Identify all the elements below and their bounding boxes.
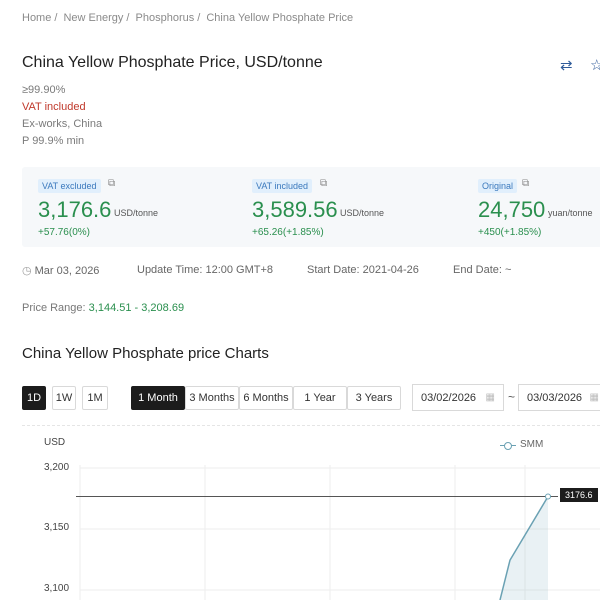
period-3-months-button[interactable]: 3 Months xyxy=(185,386,239,410)
page-title: China Yellow Phosphate Price, USD/tonne xyxy=(22,54,323,71)
legend-marker-icon xyxy=(500,441,516,450)
spec-delivery: Ex-works, China xyxy=(22,118,103,130)
breadcrumb-phosphorus[interactable]: Phosphorus xyxy=(136,12,195,24)
period-1-year-button[interactable]: 1 Year xyxy=(293,386,347,410)
star-icon[interactable]: ☆ xyxy=(590,56,600,74)
price-unit: yuan/tonne xyxy=(548,208,593,218)
price-value: 3,176.6 xyxy=(38,197,112,222)
date-from-input[interactable]: 03/02/2026 ▦ xyxy=(412,384,504,411)
date-separator: ~ xyxy=(508,390,516,404)
badge-original: Original xyxy=(478,179,518,193)
badge-vat-excluded: VAT excluded xyxy=(38,179,101,193)
swap-icon[interactable]: ⇄ xyxy=(560,56,573,74)
breadcrumb-new-energy[interactable]: New Energy xyxy=(63,12,123,24)
calendar-icon[interactable]: ▦ xyxy=(590,392,599,403)
interval-1m-button[interactable]: 1M xyxy=(82,386,108,410)
date-to-input[interactable]: 03/03/2026 ▦ xyxy=(518,384,600,411)
breadcrumb-current: China Yellow Phosphate Price xyxy=(206,12,354,24)
period-1-month-button[interactable]: 1 Month xyxy=(131,386,185,410)
info-icon[interactable]: ⧉ xyxy=(522,178,529,189)
breadcrumb-home[interactable]: Home xyxy=(22,12,51,24)
price-unit: USD/tonne xyxy=(340,208,385,218)
start-date: Start Date: 2021-04-26 xyxy=(307,264,419,276)
spec-purity: ≥99.90% xyxy=(22,84,66,96)
price-value: 24,750 xyxy=(478,197,546,222)
spec-grade: P 99.9% min xyxy=(22,135,85,147)
chart-legend[interactable]: SMM xyxy=(500,439,543,450)
interval-1w-button[interactable]: 1W xyxy=(52,386,76,410)
chart-area[interactable] xyxy=(22,425,600,600)
y-tick-label: 3,150 xyxy=(44,522,70,533)
price-unit: USD/tonne xyxy=(114,208,159,218)
price-range-value: 3,144.51 - 3,208.69 xyxy=(88,302,185,314)
end-date: End Date: ~ xyxy=(453,264,512,276)
calendar-icon[interactable]: ▦ xyxy=(486,392,495,403)
chart-section-title: China Yellow Phosphate price Charts xyxy=(22,345,269,362)
current-value-tag: 3176.6 xyxy=(560,488,598,502)
price-panel: VAT excluded ⧉ 3,176.6 USD/tonne +57.76(… xyxy=(22,167,600,247)
y-tick-label: 3,200 xyxy=(44,462,70,473)
price-range: Price Range: 3,144.51 - 3,208.69 xyxy=(22,302,185,314)
info-icon[interactable]: ⧉ xyxy=(320,178,327,189)
price-change: +65.26(+1.85%) xyxy=(252,227,324,238)
price-change: +450(+1.85%) xyxy=(478,227,542,238)
legend-label: SMM xyxy=(520,439,544,450)
badge-vat-included: VAT included xyxy=(252,179,313,193)
update-time: Update Time: 12:00 GMT+8 xyxy=(137,264,274,276)
y-tick-label: 3,100 xyxy=(44,583,70,594)
clock-icon: ◷ xyxy=(22,265,32,277)
period-6-months-button[interactable]: 6 Months xyxy=(239,386,293,410)
spec-vat: VAT included xyxy=(22,101,86,113)
price-date: ◷ Mar 03, 2026 xyxy=(22,265,100,277)
interval-1d-button[interactable]: 1D xyxy=(22,386,46,410)
period-3-years-button[interactable]: 3 Years xyxy=(347,386,401,410)
y-axis-unit: USD xyxy=(44,437,66,448)
breadcrumb: Home / New Energy / Phosphorus / China Yell… xyxy=(22,12,354,24)
info-icon[interactable]: ⧉ xyxy=(108,178,115,189)
price-value: 3,589.56 xyxy=(252,197,338,222)
price-change: +57.76(0%) xyxy=(38,227,90,238)
